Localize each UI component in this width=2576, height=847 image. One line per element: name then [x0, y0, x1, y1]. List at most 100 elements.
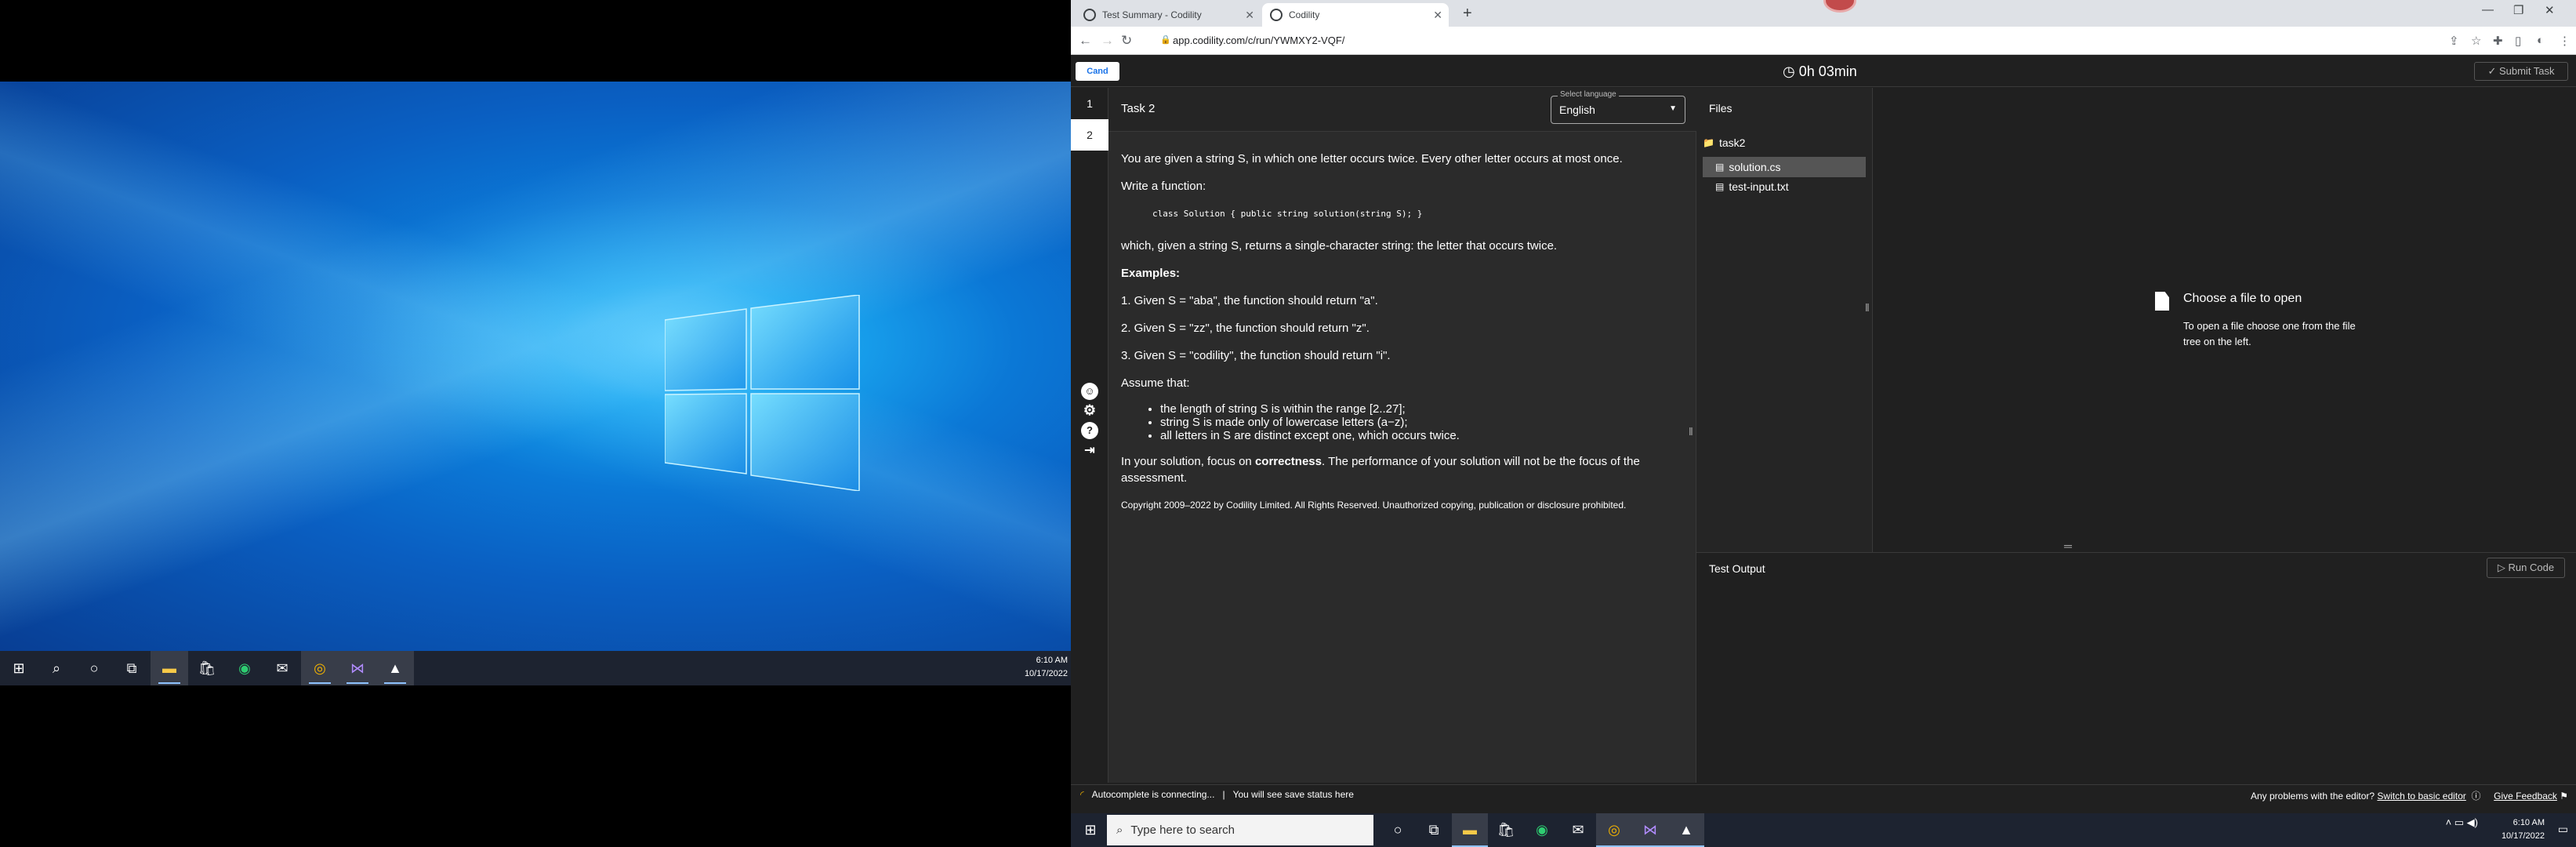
browser-tab[interactable]: Test Summary - Codility ✕: [1076, 3, 1261, 27]
right-monitor: Test Summary - Codility ✕ Codility ✕ + ―…: [1071, 0, 2576, 847]
settings-gear-icon[interactable]: ⚙: [1081, 402, 1098, 419]
task-paragraph: which, given a string S, returns a singl…: [1121, 239, 1558, 253]
status-separator: |: [1222, 789, 1225, 800]
mail-icon[interactable]: ✉: [263, 651, 301, 685]
app-header: Cand ◷ 0h 03min ✓ Submit Task: [1071, 56, 2576, 87]
close-tab-icon[interactable]: ✕: [1245, 9, 1254, 22]
files-title: Files: [1709, 102, 1732, 115]
chrome-icon[interactable]: ◎: [1596, 813, 1632, 847]
menu-icon[interactable]: ⋮: [2559, 34, 2571, 48]
chrome-icon[interactable]: ◎: [301, 651, 339, 685]
clock-date: 10/17/2022: [1024, 669, 1068, 678]
windows-logo-icon: [665, 295, 860, 491]
sign-out-icon[interactable]: ⇥: [1081, 442, 1098, 460]
assumption-item: the length of string S is within the ran…: [1160, 402, 1685, 416]
tab-title: Codility: [1289, 9, 1320, 20]
back-icon[interactable]: ←: [1079, 33, 1092, 49]
windows-start-icon[interactable]: ⊞: [0, 651, 38, 685]
taskbar-search-box[interactable]: ⌕ Type here to search: [1107, 815, 1373, 845]
folder-task2[interactable]: 📁 task2: [1703, 136, 1745, 149]
profile-icon[interactable]: ◐: [2537, 34, 2544, 47]
store-icon[interactable]: 🛍: [188, 651, 226, 685]
vertical-splitter-handle[interactable]: ‖: [1689, 425, 1693, 438]
close-tab-icon[interactable]: ✕: [1433, 9, 1442, 22]
system-clock[interactable]: 6:10 AM 10/17/2022: [2502, 816, 2545, 843]
status-bar: ◜ Autocomplete is connecting... | You wi…: [1071, 784, 2576, 803]
check-icon: ✓: [2487, 65, 2499, 77]
task-tab-1[interactable]: 1: [1071, 88, 1108, 119]
dropdown-arrow-icon: ▼: [1669, 104, 1677, 113]
visual-studio-icon[interactable]: ⋈: [339, 651, 376, 685]
restore-icon[interactable]: ❐: [2513, 3, 2523, 17]
file-test-input[interactable]: ▤ test-input.txt: [1715, 180, 1789, 193]
side-panel-icon[interactable]: ▯: [2515, 34, 2521, 48]
test-output-title: Test Output: [1709, 562, 1765, 575]
folder-label: task2: [1718, 136, 1746, 149]
reload-icon[interactable]: ↻: [1121, 33, 1132, 49]
run-code-label: Run Code: [2508, 562, 2555, 573]
file-explorer-icon[interactable]: ▬: [151, 651, 188, 685]
task-tab-2[interactable]: 2: [1071, 119, 1108, 151]
browser-tab-strip: Test Summary - Codility ✕ Codility ✕ + ―…: [1071, 0, 2576, 27]
switch-basic-editor-link[interactable]: Switch to basic editor: [2377, 791, 2465, 802]
file-label: solution.cs: [1729, 161, 1781, 173]
search-placeholder: Type here to search: [1130, 823, 1235, 837]
file-solution-cs[interactable]: ▤ solution.cs: [1703, 157, 1866, 177]
search-icon[interactable]: ⌕: [38, 651, 75, 685]
open-file-title: Choose a file to open: [2183, 292, 2302, 305]
example-item: 2. Given S = "zz", the function should r…: [1121, 322, 1370, 335]
edge-icon[interactable]: ◉: [226, 651, 263, 685]
accessibility-icon[interactable]: ☺: [1081, 383, 1098, 400]
store-icon[interactable]: 🛍: [1488, 813, 1524, 847]
task-view-icon[interactable]: ⧉: [113, 651, 151, 685]
file-explorer-icon[interactable]: ▬: [1452, 813, 1488, 847]
minimize-icon[interactable]: ―: [2482, 3, 2494, 16]
windows-start-icon[interactable]: ⊞: [1076, 813, 1105, 847]
autocomplete-status: Autocomplete is connecting...: [1091, 789, 1215, 800]
edge-icon[interactable]: ◉: [1524, 813, 1560, 847]
run-code-button[interactable]: ▷ Run Code: [2487, 558, 2565, 578]
horizontal-splitter-handle[interactable]: ═: [2064, 540, 2072, 552]
bookmark-star-icon[interactable]: ☆: [2471, 34, 2481, 48]
profile-avatar[interactable]: [1823, 0, 1856, 13]
task-paragraph: You are given a string S, in which one l…: [1121, 152, 1623, 165]
status-left: ◜ Autocomplete is connecting... | You wi…: [1080, 789, 1354, 800]
test-output-panel: Test Output ▷ Run Code: [1696, 552, 2576, 783]
examples-heading: Examples:: [1121, 267, 1181, 280]
example-item: 3. Given S = "codility", the function sh…: [1121, 349, 1391, 362]
vertical-splitter-handle[interactable]: ‖: [1865, 301, 1870, 314]
cortana-icon[interactable]: ○: [75, 651, 113, 685]
forward-icon[interactable]: →: [1101, 33, 1114, 49]
browser-tab-active[interactable]: Codility ✕: [1262, 3, 1449, 27]
right-taskbar: ⊞ ⌕ Type here to search ○ ⧉ ▬ 🛍 ◉ ✉ ◎ ⋈ …: [1071, 813, 2576, 847]
help-icon[interactable]: ?: [1081, 422, 1098, 439]
photos-icon[interactable]: ▲: [1668, 813, 1704, 847]
photos-icon[interactable]: ▲: [376, 651, 414, 685]
submit-task-button[interactable]: ✓ Submit Task: [2474, 62, 2568, 81]
new-tab-icon[interactable]: +: [1463, 5, 1472, 23]
help-icon[interactable]: ⓘ: [2469, 791, 2491, 802]
task-sidebar: 1 2 ☺ ⚙ ? ⇥: [1071, 88, 1108, 783]
extensions-icon[interactable]: ✚: [2493, 34, 2503, 48]
clock-time: 6:10 AM: [1036, 656, 1068, 665]
left-monitor: ⊞ ⌕ ○ ⧉ ▬ 🛍 ◉ ✉ ◎ ⋈ ▲ 6:10 AM 10/17/2022: [0, 0, 1071, 847]
lock-icon[interactable]: 🔒: [1160, 35, 1171, 45]
address-bar[interactable]: app.codility.com/c/run/YWMXY2-VQF/: [1173, 35, 1344, 46]
give-feedback-link[interactable]: Give Feedback: [2494, 791, 2557, 802]
share-icon[interactable]: ⇪: [2449, 34, 2459, 48]
system-clock[interactable]: 6:10 AM 10/17/2022: [1025, 654, 1068, 681]
notifications-icon[interactable]: ▭: [2558, 823, 2568, 836]
focus-paragraph: In your solution, focus on correctness. …: [1121, 455, 1640, 485]
cortana-icon[interactable]: ○: [1380, 813, 1416, 847]
assumption-item: all letters in S are distinct except one…: [1160, 429, 1685, 442]
clock-date: 10/17/2022: [2501, 831, 2545, 841]
language-select-label: Select language: [1558, 90, 1619, 99]
close-window-icon[interactable]: ✕: [2545, 3, 2555, 17]
task-description: You are given a string S, in which one l…: [1121, 151, 1685, 525]
open-file-description: To open a file choose one from the file …: [2183, 320, 2356, 347]
timer: ◷ 0h 03min: [1783, 64, 1857, 80]
language-select[interactable]: Select language English ▼: [1551, 90, 1685, 124]
task-view-icon[interactable]: ⧉: [1416, 813, 1452, 847]
mail-icon[interactable]: ✉: [1560, 813, 1596, 847]
visual-studio-icon[interactable]: ⋈: [1632, 813, 1668, 847]
